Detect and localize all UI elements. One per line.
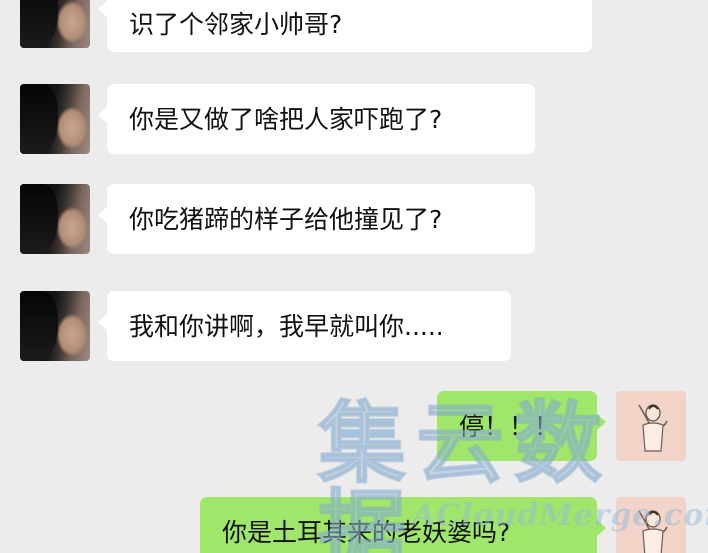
message-bubble-outgoing[interactable]: 停！！！ — [437, 391, 606, 461]
message-row-incoming: 识了个邻家小帅哥? — [0, 0, 708, 56]
self-avatar[interactable] — [616, 391, 686, 461]
message-row-outgoing: 你是土耳其来的老妖婆吗? — [0, 497, 708, 553]
message-row-incoming: 我和你讲啊，我早就叫你..... — [0, 291, 708, 363]
message-text: 识了个邻家小帅哥? — [129, 9, 343, 39]
contact-avatar[interactable] — [20, 84, 90, 154]
message-text: 你是土耳其来的老妖婆吗? — [222, 517, 511, 547]
message-bubble-incoming[interactable]: 我和你讲啊，我早就叫你..... — [98, 291, 511, 361]
message-text: 你是又做了啥把人家吓跑了? — [129, 104, 443, 134]
message-bubble-incoming[interactable]: 你吃猪蹄的样子给他撞见了? — [98, 184, 535, 254]
message-bubble-outgoing[interactable]: 你是土耳其来的老妖婆吗? — [200, 497, 606, 553]
message-text: 停！！！ — [459, 411, 560, 441]
contact-avatar[interactable] — [20, 0, 90, 48]
message-bubble-incoming[interactable]: 你是又做了啥把人家吓跑了? — [98, 84, 535, 154]
contact-avatar[interactable] — [20, 184, 90, 254]
self-avatar[interactable] — [616, 497, 686, 553]
figure-icon — [638, 510, 668, 553]
message-text: 我和你讲啊，我早就叫你..... — [129, 311, 444, 341]
message-row-outgoing: 停！！！ — [0, 391, 708, 463]
contact-avatar[interactable] — [20, 291, 90, 361]
message-row-incoming: 你是又做了啥把人家吓跑了? — [0, 84, 708, 156]
message-bubble-incoming[interactable]: 识了个邻家小帅哥? — [98, 0, 592, 52]
chat-message-list[interactable]: 识了个邻家小帅哥? 你是又做了啥把人家吓跑了? 你吃猪蹄的样子给他撞见了? 我和… — [0, 0, 708, 553]
figure-icon — [638, 404, 668, 452]
message-text: 你吃猪蹄的样子给他撞见了? — [129, 204, 443, 234]
message-row-incoming: 你吃猪蹄的样子给他撞见了? — [0, 184, 708, 256]
